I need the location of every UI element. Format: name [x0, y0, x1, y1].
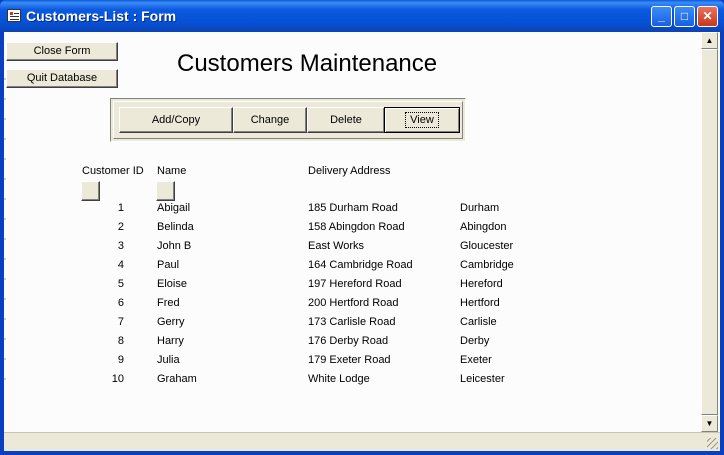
- vertical-scrollbar[interactable]: ▲ ▼: [701, 32, 718, 432]
- delivery-address-cell: 185 Durham Road: [308, 202, 398, 214]
- delivery-address-cell: 158 Abingdon Road: [308, 221, 405, 233]
- close-form-button[interactable]: Close Form: [6, 42, 118, 61]
- close-window-button[interactable]: ✕: [697, 6, 718, 27]
- sort-by-name-button[interactable]: [156, 181, 175, 201]
- customer-id-cell: 4: [117, 259, 124, 271]
- sort-by-id-button[interactable]: [81, 181, 100, 201]
- customer-name-cell: Harry: [157, 335, 184, 347]
- delete-button[interactable]: Delete: [307, 107, 385, 133]
- delivery-town-cell: Gloucester: [460, 240, 514, 252]
- delivery-address-cell: White Lodge: [308, 373, 370, 385]
- column-header-name: Name: [157, 165, 187, 177]
- table-row[interactable]: 9 Julia 179 Exeter Road Exeter: [0, 354, 700, 373]
- column-header-customer-id: Customer ID: [82, 165, 144, 177]
- minimize-button[interactable]: _: [651, 6, 672, 27]
- delivery-town-cell: Cambridge: [460, 259, 514, 271]
- customer-id-cell: 10: [111, 373, 124, 385]
- customer-id-cell: 9: [117, 354, 124, 366]
- delivery-town-cell: Hereford: [460, 278, 503, 290]
- form-window: Customers-List : Form _ □ ✕ Close Form Q…: [0, 0, 724, 455]
- column-header-delivery-address: Delivery Address: [308, 165, 391, 177]
- customer-id-cell: 3: [117, 240, 124, 252]
- status-bar: [4, 432, 720, 451]
- customer-name-cell: Eloise: [157, 278, 187, 290]
- customer-id-cell: 7: [117, 316, 124, 328]
- delivery-town-cell: Abingdon: [460, 221, 507, 233]
- resize-grip-icon[interactable]: [707, 438, 718, 449]
- scroll-down-icon[interactable]: ▼: [701, 415, 718, 432]
- customer-name-cell: Fred: [157, 297, 180, 309]
- table-row[interactable]: 4 Paul 164 Cambridge Road Cambridge: [0, 259, 700, 278]
- window-title: Customers-List : Form: [26, 8, 177, 24]
- scroll-thumb[interactable]: [701, 49, 718, 415]
- customer-id-cell: 2: [117, 221, 124, 233]
- view-button-label: View: [405, 112, 439, 128]
- view-button[interactable]: View: [384, 107, 460, 133]
- customer-name-cell: Graham: [157, 373, 197, 385]
- scroll-up-icon[interactable]: ▲: [701, 32, 718, 49]
- delivery-address-cell: 173 Carlisle Road: [308, 316, 396, 328]
- delivery-address-cell: 200 Hertford Road: [308, 297, 399, 309]
- delivery-town-cell: Durham: [460, 202, 500, 214]
- table-row[interactable]: 7 Gerry 173 Carlisle Road Carlisle: [0, 316, 700, 335]
- customer-id-cell: 8: [117, 335, 124, 347]
- customer-id-cell: 6: [117, 297, 124, 309]
- action-button-panel: Add/Copy Change Delete View: [110, 98, 466, 142]
- table-row[interactable]: 8 Harry 176 Derby Road Derby: [0, 335, 700, 354]
- customer-name-cell: Gerry: [157, 316, 185, 328]
- table-row[interactable]: 1 Abigail 185 Durham Road Durham: [0, 202, 700, 221]
- table-row[interactable]: 10 Graham White Lodge Leicester: [0, 373, 700, 392]
- delivery-address-cell: 197 Hereford Road: [308, 278, 402, 290]
- table-row[interactable]: 5 Eloise 197 Hereford Road Hereford: [0, 278, 700, 297]
- delivery-address-cell: 179 Exeter Road: [308, 354, 391, 366]
- table-row[interactable]: 3 John B East Works Gloucester: [0, 240, 700, 259]
- delivery-town-cell: Exeter: [460, 354, 492, 366]
- customer-name-cell: Belinda: [157, 221, 194, 233]
- delivery-address-cell: 164 Cambridge Road: [308, 259, 413, 271]
- customer-id-cell: 1: [117, 202, 124, 214]
- delivery-town-cell: Carlisle: [460, 316, 497, 328]
- customer-name-cell: Paul: [157, 259, 180, 271]
- table-row[interactable]: 6 Fred 200 Hertford Road Hertford: [0, 297, 700, 316]
- customer-name-cell: John B: [157, 240, 192, 252]
- page-title: Customers Maintenance: [177, 50, 438, 77]
- delivery-address-cell: East Works: [308, 240, 365, 252]
- delivery-town-cell: Leicester: [460, 373, 505, 385]
- change-button[interactable]: Change: [233, 107, 307, 133]
- quit-database-button[interactable]: Quit Database: [6, 69, 118, 88]
- delivery-town-cell: Derby: [460, 335, 490, 347]
- add-copy-button[interactable]: Add/Copy: [119, 107, 233, 133]
- table-row[interactable]: 2 Belinda 158 Abingdon Road Abingdon: [0, 221, 700, 240]
- customer-name-cell: Julia: [157, 354, 180, 366]
- title-bar[interactable]: Customers-List : Form _ □ ✕: [0, 0, 724, 32]
- delivery-town-cell: Hertford: [460, 297, 500, 309]
- customer-id-cell: 5: [117, 278, 124, 290]
- customer-name-cell: Abigail: [157, 202, 191, 214]
- form-icon[interactable]: [7, 9, 21, 22]
- maximize-button[interactable]: □: [674, 6, 695, 27]
- delivery-address-cell: 176 Derby Road: [308, 335, 389, 347]
